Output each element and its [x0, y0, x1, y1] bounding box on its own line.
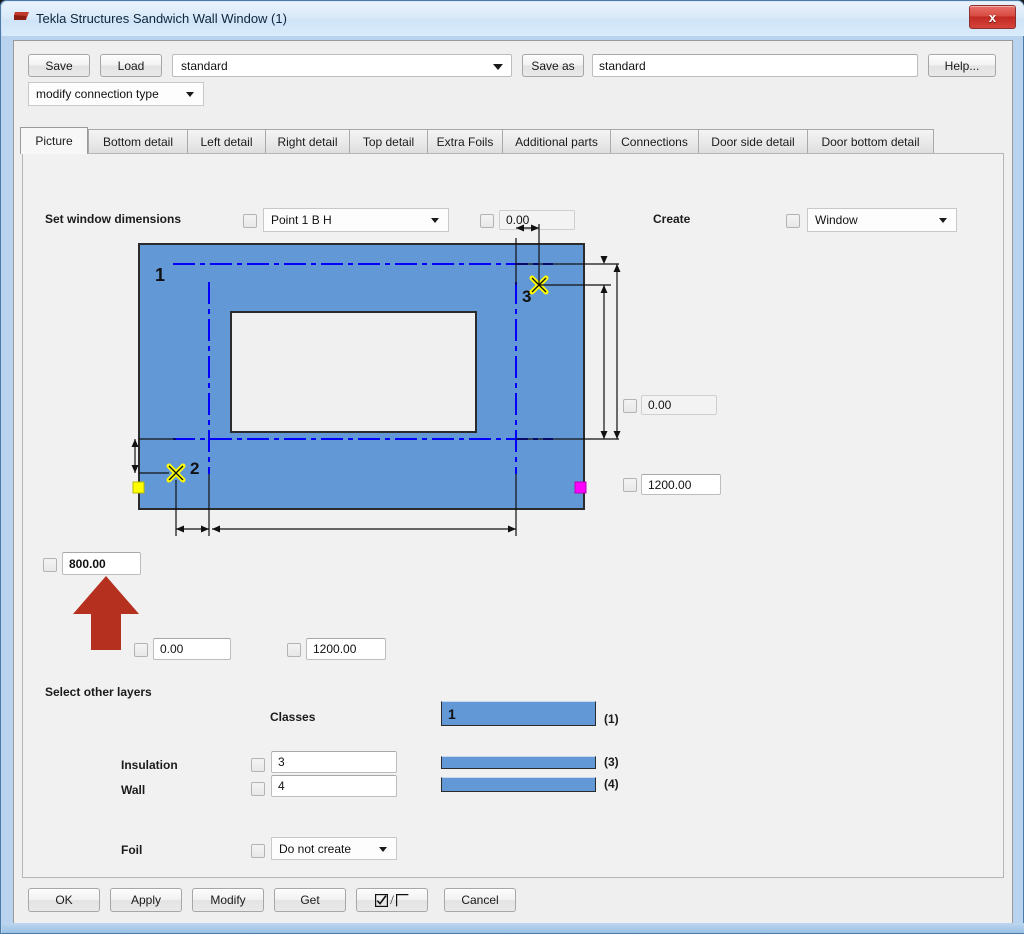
attribute-file-combo[interactable]: standard — [172, 54, 512, 77]
picture-tab-panel: Set window dimensions Point 1 B H 0.00 C… — [22, 153, 1004, 878]
close-icon: x — [988, 9, 997, 25]
annotation-arrow-icon — [73, 576, 139, 650]
tab-door-bottom-detail[interactable]: Door bottom detail — [807, 129, 934, 153]
save-as-button[interactable]: Save as — [522, 54, 584, 77]
tab-extra-foils[interactable]: Extra Foils — [427, 129, 503, 153]
wall-class-input[interactable]: 4 — [271, 775, 397, 797]
wall-checkbox[interactable] — [251, 782, 265, 796]
foil-combo[interactable]: Do not create — [271, 837, 397, 860]
modify-button[interactable]: Modify — [192, 888, 264, 912]
class-main-swatch[interactable]: 1 — [441, 701, 596, 726]
dialog-button-bar: OK Apply Modify Get / Cancel — [14, 877, 1014, 923]
insulation-class-input[interactable]: 3 — [271, 751, 397, 773]
tab-additional-parts[interactable]: Additional parts — [502, 129, 611, 153]
svg-text:2: 2 — [190, 459, 199, 478]
tab-door-side-detail[interactable]: Door side detail — [698, 129, 808, 153]
select-other-layers-label: Select other layers — [45, 685, 152, 699]
left-height-input[interactable]: 800.00 — [62, 552, 141, 575]
window-bottom-border — [2, 923, 1024, 933]
wall-label: Wall — [121, 783, 146, 797]
foil-checkbox[interactable] — [251, 844, 265, 858]
attribute-file-value: standard — [181, 58, 228, 73]
cancel-button[interactable]: Cancel — [444, 888, 516, 912]
connection-type-combo[interactable]: modify connection type — [28, 82, 204, 106]
insulation-label: Insulation — [121, 758, 178, 772]
chevron-down-icon — [186, 92, 194, 97]
insulation-checkbox[interactable] — [251, 758, 265, 772]
bottom-width-input[interactable]: 1200.00 — [306, 638, 386, 660]
chevron-down-icon — [493, 63, 503, 70]
chevron-down-icon — [379, 846, 387, 852]
left-height-checkbox[interactable] — [43, 558, 57, 572]
class-main-tag: (1) — [604, 712, 619, 726]
tekla-logo-icon — [14, 12, 29, 20]
svg-text:1: 1 — [155, 265, 165, 285]
close-button[interactable]: x — [969, 5, 1016, 29]
title-bar: Tekla Structures Sandwich Wall Window (1… — [2, 2, 1024, 36]
wall-tag: (4) — [604, 777, 619, 791]
window-title: Tekla Structures Sandwich Wall Window (1… — [36, 11, 287, 26]
toggle-separator: / — [390, 892, 394, 907]
bottom-left-offset-input[interactable]: 0.00 — [153, 638, 231, 660]
tab-right-detail[interactable]: Right detail — [265, 129, 350, 153]
right-height-input[interactable]: 1200.00 — [641, 474, 721, 495]
help-button[interactable]: Help... — [928, 54, 996, 77]
window-dimension-drawing: 1 3 2 — [131, 224, 621, 536]
application-window: Tekla Structures Sandwich Wall Window (1… — [0, 0, 1024, 934]
ok-button[interactable]: OK — [28, 888, 100, 912]
bottom-left-offset-checkbox[interactable] — [134, 643, 148, 657]
load-button[interactable]: Load — [100, 54, 162, 77]
checked-box-icon — [375, 893, 389, 907]
bottom-width-checkbox[interactable] — [287, 643, 301, 657]
wall-swatch[interactable] — [441, 777, 596, 792]
tab-bottom-detail[interactable]: Bottom detail — [88, 129, 188, 153]
right-top-offset-checkbox[interactable] — [623, 399, 637, 413]
foil-combo-value: Do not create — [279, 841, 352, 856]
tab-connections[interactable]: Connections — [610, 129, 699, 153]
tab-top-detail[interactable]: Top detail — [349, 129, 428, 153]
tab-left-detail[interactable]: Left detail — [187, 129, 266, 153]
save-button[interactable]: Save — [28, 54, 90, 77]
svg-text:3: 3 — [522, 287, 531, 306]
get-button[interactable]: Get — [274, 888, 346, 912]
classes-label: Classes — [270, 710, 316, 724]
right-height-checkbox[interactable] — [623, 478, 637, 492]
toggle-select-all-button[interactable]: / — [356, 888, 428, 912]
insulation-tag: (3) — [604, 755, 619, 769]
tab-picture[interactable]: Picture — [20, 127, 88, 154]
tab-strip: Picture Bottom detail Left detail Right … — [14, 127, 1012, 154]
foil-label: Foil — [121, 843, 143, 857]
connection-type-value: modify connection type — [36, 87, 159, 101]
attribute-name-input[interactable]: standard — [592, 54, 918, 77]
empty-box-icon — [395, 893, 409, 906]
dialog-client-area: Save Load standard Save as standard Help… — [13, 40, 1013, 924]
insulation-swatch[interactable] — [441, 756, 596, 769]
right-top-offset-input[interactable]: 0.00 — [641, 395, 717, 415]
apply-button[interactable]: Apply — [110, 888, 182, 912]
